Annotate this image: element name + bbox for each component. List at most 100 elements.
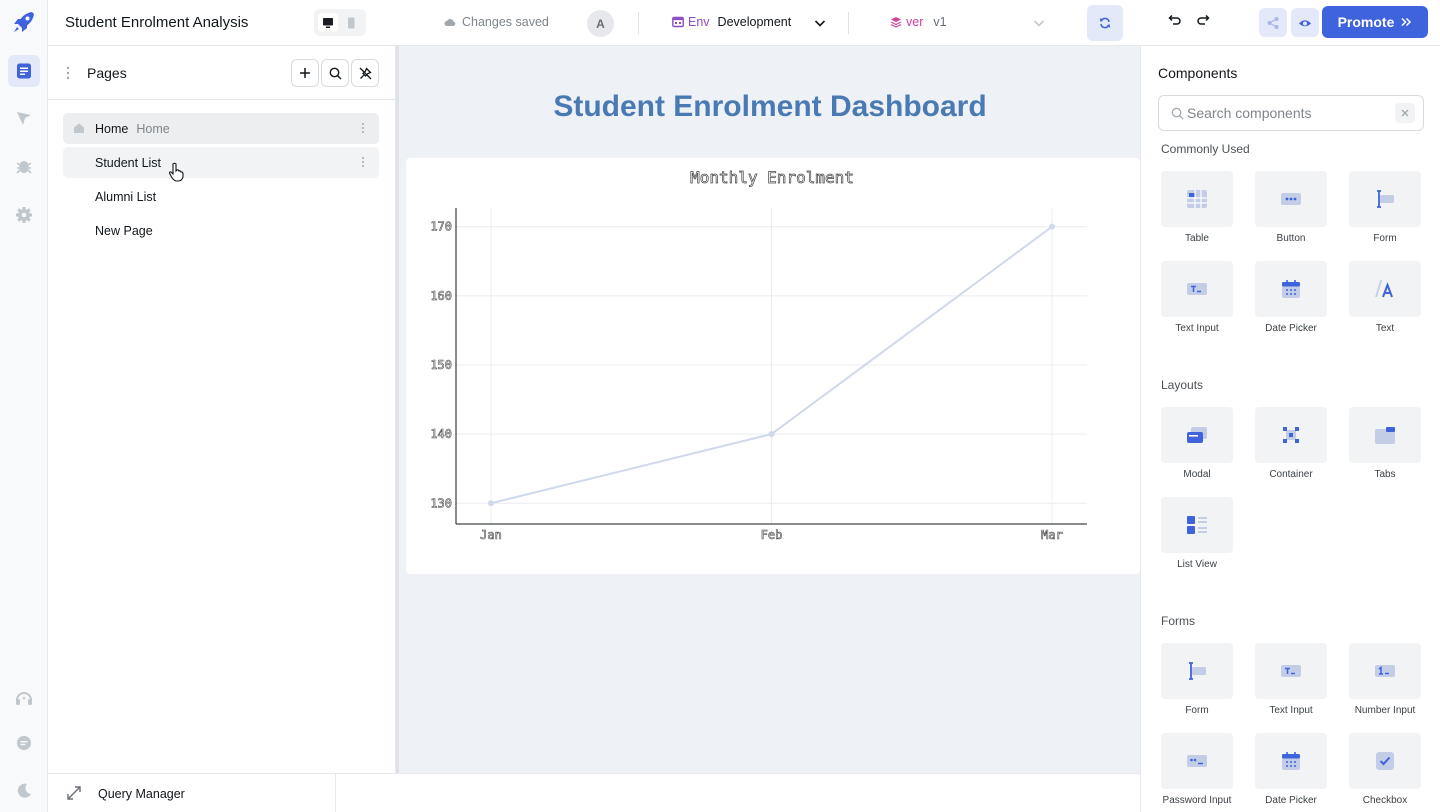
- environment-icon: [672, 16, 684, 28]
- x-tick-label: Jan: [480, 528, 502, 542]
- chevron-down-icon[interactable]: [1032, 16, 1046, 30]
- component-tile-label: Container: [1269, 469, 1313, 480]
- component-tile-label: Date Picker: [1265, 795, 1317, 806]
- components-panel: Components Commonly Used Table Button: [1140, 46, 1440, 812]
- component-tile-date-picker[interactable]: Date Picker: [1255, 261, 1327, 341]
- tabs-icon: [1375, 427, 1395, 444]
- environment-selector[interactable]: Env Development: [672, 15, 791, 29]
- component-tile-form[interactable]: Form: [1161, 643, 1233, 723]
- component-tile-password-input[interactable]: Password Input: [1161, 733, 1233, 812]
- container-icon: [1283, 427, 1299, 443]
- moon-icon: [17, 783, 31, 798]
- refresh-icon: [1099, 17, 1111, 29]
- search-pages-button[interactable]: [321, 59, 349, 87]
- theme-toggle-button[interactable]: [8, 775, 40, 807]
- component-tile-list-view[interactable]: List View: [1161, 497, 1233, 577]
- app-canvas[interactable]: Student Enrolment Dashboard Monthly Enro…: [396, 46, 1141, 773]
- button-icon: [1281, 193, 1301, 205]
- preview-button[interactable]: [1291, 8, 1319, 37]
- y-tick-label: 170: [430, 220, 452, 234]
- component-tile-label: Text: [1375, 323, 1395, 334]
- component-tile-label: Modal: [1183, 469, 1211, 480]
- query-manager-label: Query Manager: [98, 787, 185, 801]
- page-item-home[interactable]: Home Home: [63, 113, 379, 144]
- y-tick-label: 130: [430, 496, 452, 510]
- component-tile-table[interactable]: Table: [1161, 171, 1233, 251]
- unpin-panel-button[interactable]: [351, 59, 379, 87]
- pages-panel-header: Pages: [48, 46, 396, 100]
- cursor-arrow-icon: [17, 112, 31, 125]
- chat-tool-button[interactable]: [8, 727, 40, 759]
- redo-icon[interactable]: [1196, 13, 1212, 29]
- kebab-menu-icon[interactable]: [361, 122, 365, 134]
- undo-icon[interactable]: [1166, 13, 1182, 29]
- component-tile-text[interactable]: Text: [1349, 261, 1421, 341]
- support-tool-button[interactable]: [8, 682, 40, 714]
- query-manager-toggle[interactable]: Query Manager: [48, 774, 336, 812]
- component-search: [1158, 95, 1424, 131]
- y-tick-label: 150: [430, 358, 452, 372]
- component-tile-container[interactable]: Container: [1255, 407, 1327, 487]
- debugger-tool-button[interactable]: [8, 150, 40, 182]
- dashboard-title[interactable]: Student Enrolment Dashboard: [399, 90, 1141, 124]
- x-tick-label: Mar: [1041, 528, 1063, 542]
- page-item-new-page[interactable]: New Page: [63, 215, 379, 246]
- home-icon: [74, 123, 84, 133]
- y-tick-label: 140: [430, 427, 452, 441]
- save-status: Changes saved: [444, 15, 549, 29]
- version-label-text: ver: [906, 15, 924, 29]
- top-header: Student Enrolment Analysis Changes saved…: [48, 0, 1440, 46]
- component-tile-text-input[interactable]: Text Input: [1255, 643, 1327, 723]
- mobile-view-button[interactable]: [341, 13, 361, 32]
- mobile-icon: [348, 17, 355, 28]
- env-value: Development: [717, 15, 792, 29]
- page-item-label: Student List: [95, 155, 162, 170]
- component-tile-form[interactable]: Form: [1349, 171, 1421, 251]
- component-tile-modal[interactable]: Modal: [1161, 407, 1233, 487]
- table-icon: [1187, 190, 1207, 208]
- chevron-down-icon[interactable]: [813, 16, 827, 30]
- chart-gridlines: [456, 208, 1087, 524]
- component-tile-tabs[interactable]: Tabs: [1349, 407, 1421, 487]
- version-value: v1: [933, 15, 947, 29]
- component-tile-label: Button: [1276, 233, 1306, 244]
- page-item-alumni-list[interactable]: Alumni List: [63, 181, 379, 212]
- header-divider: [638, 12, 639, 34]
- desktop-view-button[interactable]: [318, 13, 338, 32]
- component-search-input[interactable]: [1187, 104, 1387, 122]
- component-tile-checkbox[interactable]: Checkbox: [1349, 733, 1421, 812]
- version-selector[interactable]: ver v1: [890, 15, 947, 29]
- add-page-button[interactable]: [291, 59, 319, 87]
- desktop-icon: [323, 17, 333, 28]
- share-button[interactable]: [1259, 8, 1287, 37]
- data-point: [768, 431, 775, 438]
- text-input-icon: [1281, 665, 1301, 677]
- clear-search-button[interactable]: [1395, 103, 1415, 123]
- sync-button[interactable]: [1087, 5, 1123, 41]
- drag-handle-icon[interactable]: [66, 66, 70, 80]
- pages-tool-button[interactable]: [8, 55, 40, 87]
- line-chart: Monthly Enrolment 130 140 150 160 170 Jan Feb…: [430, 168, 1087, 542]
- component-tile-date-picker[interactable]: Date Picker: [1255, 733, 1327, 812]
- search-icon: [329, 67, 341, 79]
- pages-icon: [17, 63, 31, 79]
- promote-button[interactable]: Promote: [1322, 6, 1428, 38]
- share-icon: [1267, 16, 1279, 29]
- components-panel-title: Components: [1158, 65, 1238, 81]
- kebab-menu-icon[interactable]: [361, 156, 365, 168]
- component-tile-label: List View: [1177, 559, 1217, 570]
- settings-tool-button[interactable]: [8, 199, 40, 231]
- avatar[interactable]: A: [587, 10, 614, 37]
- expand-icon: [67, 786, 81, 800]
- app-title[interactable]: Student Enrolment Analysis: [65, 14, 248, 31]
- component-tile-text-input[interactable]: Text Input: [1161, 261, 1233, 341]
- chart-widget[interactable]: Monthly Enrolment 130 140 150 160 170 Jan Feb…: [406, 158, 1140, 574]
- component-tile-label: Number Input: [1354, 705, 1416, 716]
- component-tile-number-input[interactable]: Number Input: [1349, 643, 1421, 723]
- rocket-logo-icon[interactable]: [10, 8, 38, 36]
- inspector-tool-button[interactable]: [8, 102, 40, 134]
- section-title-forms: Forms: [1161, 614, 1195, 628]
- component-tile-button[interactable]: Button: [1255, 171, 1327, 251]
- env-label-text: Env: [688, 15, 710, 29]
- page-item-student-list[interactable]: Student List: [63, 147, 379, 178]
